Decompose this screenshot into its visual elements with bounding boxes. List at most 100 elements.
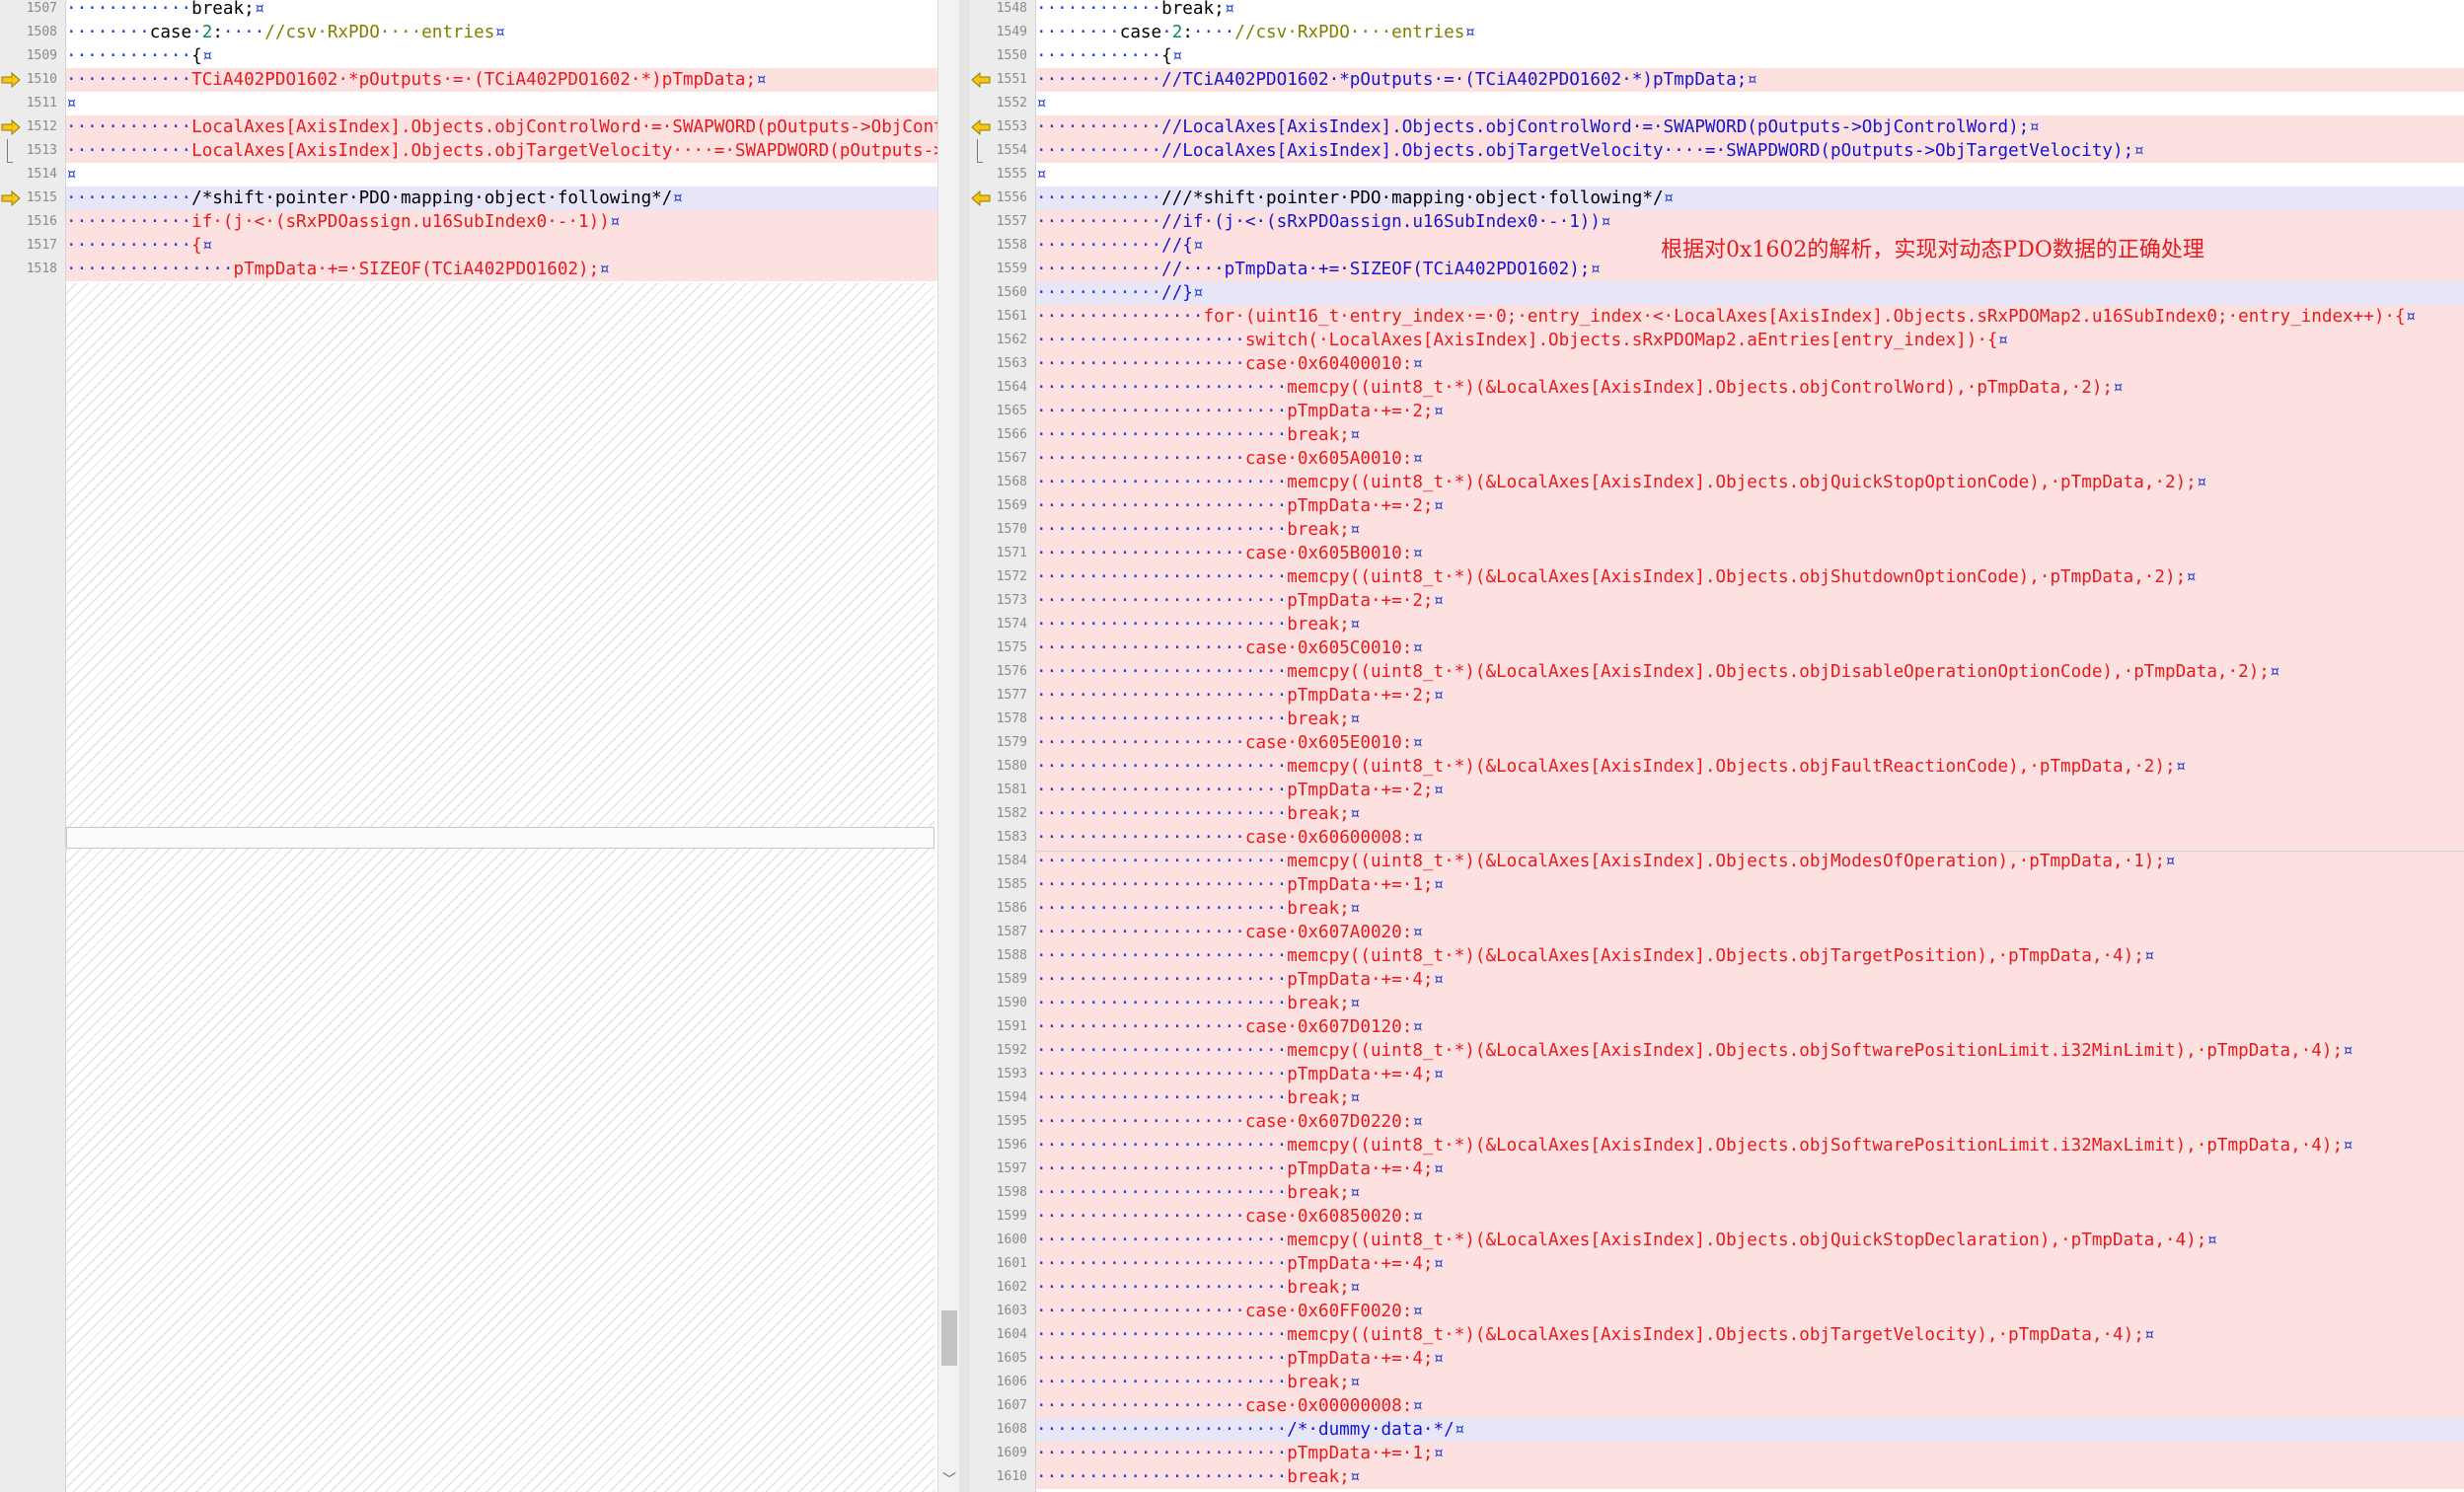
code-text[interactable]: ············//LocalAxes[AxisIndex].Objec… bbox=[1036, 115, 2464, 139]
code-line[interactable]: 1600 ························memcpy((uint… bbox=[970, 1229, 2464, 1252]
code-text[interactable]: ························memcpy((uint8_t·… bbox=[1036, 471, 2464, 494]
code-text[interactable]: ························break;¤ bbox=[1036, 802, 2464, 826]
code-text[interactable]: ····················case·0x607A0020:¤ bbox=[1036, 921, 2464, 944]
code-text[interactable]: ····················switch(·LocalAxes[Ax… bbox=[1036, 329, 2464, 352]
code-line[interactable]: 1588 ························memcpy((uint… bbox=[970, 944, 2464, 968]
code-line[interactable]: 1585 ························pTmpData·+=·… bbox=[970, 873, 2464, 897]
code-text[interactable]: ····················case·0x60850020:¤ bbox=[1036, 1205, 2464, 1229]
code-text[interactable]: ························memcpy((uint8_t·… bbox=[1036, 660, 2464, 684]
code-text[interactable]: ············break;¤ bbox=[1036, 0, 2464, 21]
code-line[interactable]: 1562 ····················switch(·LocalAxe… bbox=[970, 329, 2464, 352]
arrow-right-icon[interactable] bbox=[1, 190, 21, 206]
code-line[interactable]: 1586 ························break;¤ bbox=[970, 897, 2464, 921]
code-line[interactable]: 1555 ¤ bbox=[970, 163, 2464, 186]
arrow-left-icon[interactable] bbox=[971, 119, 991, 135]
code-line[interactable]: 1577 ························pTmpData·+=·… bbox=[970, 684, 2464, 708]
code-line[interactable]: 1552 ¤ bbox=[970, 92, 2464, 115]
code-text[interactable]: ························break;¤ bbox=[1036, 992, 2464, 1015]
code-line[interactable]: 1569 ························pTmpData·+=·… bbox=[970, 494, 2464, 518]
arrow-right-icon[interactable] bbox=[1, 72, 21, 88]
code-text[interactable]: ························pTmpData·+=·2;¤ bbox=[1036, 494, 2464, 518]
code-text[interactable]: ········case·2:····//csv·RxPDO····entrie… bbox=[1036, 21, 2464, 44]
code-text[interactable]: ········case·2:····//csv·RxPDO····entrie… bbox=[66, 21, 939, 44]
left-scrollbar[interactable]: ﹀ bbox=[937, 0, 960, 1492]
code-line[interactable]: 1579 ····················case·0x605E0010:… bbox=[970, 731, 2464, 755]
code-text[interactable]: ························break;¤ bbox=[1036, 897, 2464, 921]
code-line[interactable]: 1601 ························pTmpData·+=·… bbox=[970, 1252, 2464, 1276]
code-line[interactable]: 1571 ····················case·0x605B0010:… bbox=[970, 542, 2464, 565]
code-line[interactable]: 1549 ········case·2:····//csv·RxPDO····en… bbox=[970, 21, 2464, 44]
code-line[interactable]: 1607 ····················case·0x00000008:… bbox=[970, 1394, 2464, 1418]
code-text[interactable]: ························pTmpData·+=·2;¤ bbox=[1036, 779, 2464, 802]
code-text[interactable]: ····················case·0x00000008:¤ bbox=[1036, 1394, 2464, 1418]
code-line[interactable]: 1582 ························break;¤ bbox=[970, 802, 2464, 826]
code-text[interactable]: ························pTmpData·+=·2;¤ bbox=[1036, 589, 2464, 613]
code-line[interactable]: 1557 ············//if·(j·<·(sRxPDOassign.… bbox=[970, 210, 2464, 234]
code-line[interactable]: 1604 ························memcpy((uint… bbox=[970, 1323, 2464, 1347]
code-text[interactable]: ············TCiA402PDO1602·*pOutputs·=·(… bbox=[66, 68, 939, 92]
code-text[interactable]: ························/*·dummy·data·*/… bbox=[1036, 1418, 2464, 1442]
code-line[interactable]: 1598 ························break;¤ bbox=[970, 1181, 2464, 1205]
code-line[interactable]: 1509 ············{¤ bbox=[0, 44, 939, 68]
code-text[interactable]: ············LocalAxes[AxisIndex].Objects… bbox=[66, 139, 939, 163]
code-text[interactable]: ························break;¤ bbox=[1036, 1465, 2464, 1489]
code-line[interactable]: 1575 ····················case·0x605C0010:… bbox=[970, 636, 2464, 660]
code-text[interactable]: ····················case·0x607D0120:¤ bbox=[1036, 1015, 2464, 1039]
code-line[interactable]: 1589 ························pTmpData·+=·… bbox=[970, 968, 2464, 992]
code-text[interactable]: ¤ bbox=[66, 92, 939, 115]
code-line[interactable]: 1553 ············//LocalAxes[AxisIndex].O… bbox=[970, 115, 2464, 139]
code-text[interactable]: ························pTmpData·+=·4;¤ bbox=[1036, 968, 2464, 992]
code-line[interactable]: 1507 ············break;¤ bbox=[0, 0, 939, 21]
code-text[interactable]: ························memcpy((uint8_t·… bbox=[1036, 1323, 2464, 1347]
code-line[interactable]: 1566 ························break;¤ bbox=[970, 423, 2464, 447]
code-text[interactable]: ····················case·0x605B0010:¤ bbox=[1036, 542, 2464, 565]
code-line[interactable]: 1594 ························break;¤ bbox=[970, 1086, 2464, 1110]
code-text[interactable]: ························pTmpData·+=·2;¤ bbox=[1036, 400, 2464, 423]
code-line[interactable]: 1560 ············//}¤ bbox=[970, 281, 2464, 305]
code-text[interactable]: ················for·(uint16_t·entry_inde… bbox=[1036, 305, 2464, 329]
code-text[interactable]: ············//if·(j·<·(sRxPDOassign.u16S… bbox=[1036, 210, 2464, 234]
code-text[interactable]: ············{¤ bbox=[66, 44, 939, 68]
arrow-left-icon[interactable] bbox=[971, 190, 991, 206]
code-text[interactable]: ························memcpy((uint8_t·… bbox=[1036, 1229, 2464, 1252]
code-text[interactable]: ····················case·0x605A0010:¤ bbox=[1036, 447, 2464, 471]
code-line[interactable]: 1596 ························memcpy((uint… bbox=[970, 1134, 2464, 1157]
code-text[interactable]: ························break;¤ bbox=[1036, 1181, 2464, 1205]
code-text[interactable]: ············break;¤ bbox=[66, 0, 939, 21]
code-text[interactable]: ························memcpy((uint8_t·… bbox=[1036, 565, 2464, 589]
right-diff-pane[interactable]: 1548 ············break;¤ 1549 ········case·… bbox=[970, 0, 2464, 1492]
code-text[interactable]: ············LocalAxes[AxisIndex].Objects… bbox=[66, 115, 939, 139]
code-text[interactable]: ························memcpy((uint8_t·… bbox=[1036, 944, 2464, 968]
code-line[interactable]: 1592 ························memcpy((uint… bbox=[970, 1039, 2464, 1063]
left-scrollbar-thumb[interactable] bbox=[941, 1310, 957, 1366]
code-line[interactable]: 1512 ············LocalAxes[AxisIndex].Obj… bbox=[0, 115, 939, 139]
code-text[interactable]: ························break;¤ bbox=[1036, 1371, 2464, 1394]
code-line[interactable]: 1587 ····················case·0x607A0020:… bbox=[970, 921, 2464, 944]
code-line[interactable]: 1583 ····················case·0x60600008:… bbox=[970, 826, 2464, 850]
code-text[interactable]: ························break;¤ bbox=[1036, 1276, 2464, 1300]
code-text[interactable]: ························break;¤ bbox=[1036, 613, 2464, 636]
code-line[interactable]: 1581 ························pTmpData·+=·… bbox=[970, 779, 2464, 802]
code-line[interactable]: 1603 ····················case·0x60FF0020:… bbox=[970, 1300, 2464, 1323]
code-line[interactable]: 1578 ························break;¤ bbox=[970, 708, 2464, 731]
code-text[interactable]: ························pTmpData·+=·1;¤ bbox=[1036, 1442, 2464, 1465]
code-line[interactable]: 1515 ············/*shift·pointer·PDO·mapp… bbox=[0, 186, 939, 210]
code-line[interactable]: 1591 ····················case·0x607D0120:… bbox=[970, 1015, 2464, 1039]
code-text[interactable]: ············/*shift·pointer·PDO·mapping·… bbox=[66, 186, 939, 210]
code-line[interactable]: 1602 ························break;¤ bbox=[970, 1276, 2464, 1300]
code-text[interactable]: ····················case·0x60600008:¤ bbox=[1036, 826, 2464, 850]
code-text[interactable]: ························break;¤ bbox=[1036, 1086, 2464, 1110]
code-text[interactable]: ························pTmpData·+=·4;¤ bbox=[1036, 1252, 2464, 1276]
code-line[interactable]: 1510 ············TCiA402PDO1602·*pOutputs… bbox=[0, 68, 939, 92]
code-text[interactable]: ············//}¤ bbox=[1036, 281, 2464, 305]
code-line[interactable]: 1564 ························memcpy((uint… bbox=[970, 376, 2464, 400]
code-text[interactable]: ························break;¤ bbox=[1036, 708, 2464, 731]
code-line[interactable]: 1517 ············{¤ bbox=[0, 234, 939, 258]
code-text[interactable]: ························pTmpData·+=·4;¤ bbox=[1036, 1063, 2464, 1086]
code-text[interactable]: ························memcpy((uint8_t·… bbox=[1036, 1039, 2464, 1063]
code-line[interactable]: 1605 ························pTmpData·+=·… bbox=[970, 1347, 2464, 1371]
code-line[interactable]: 1574 ························break;¤ bbox=[970, 613, 2464, 636]
code-text[interactable]: ¤ bbox=[66, 163, 939, 186]
code-line[interactable]: 1556 ············///*shift·pointer·PDO·ma… bbox=[970, 186, 2464, 210]
code-line[interactable]: 1572 ························memcpy((uint… bbox=[970, 565, 2464, 589]
